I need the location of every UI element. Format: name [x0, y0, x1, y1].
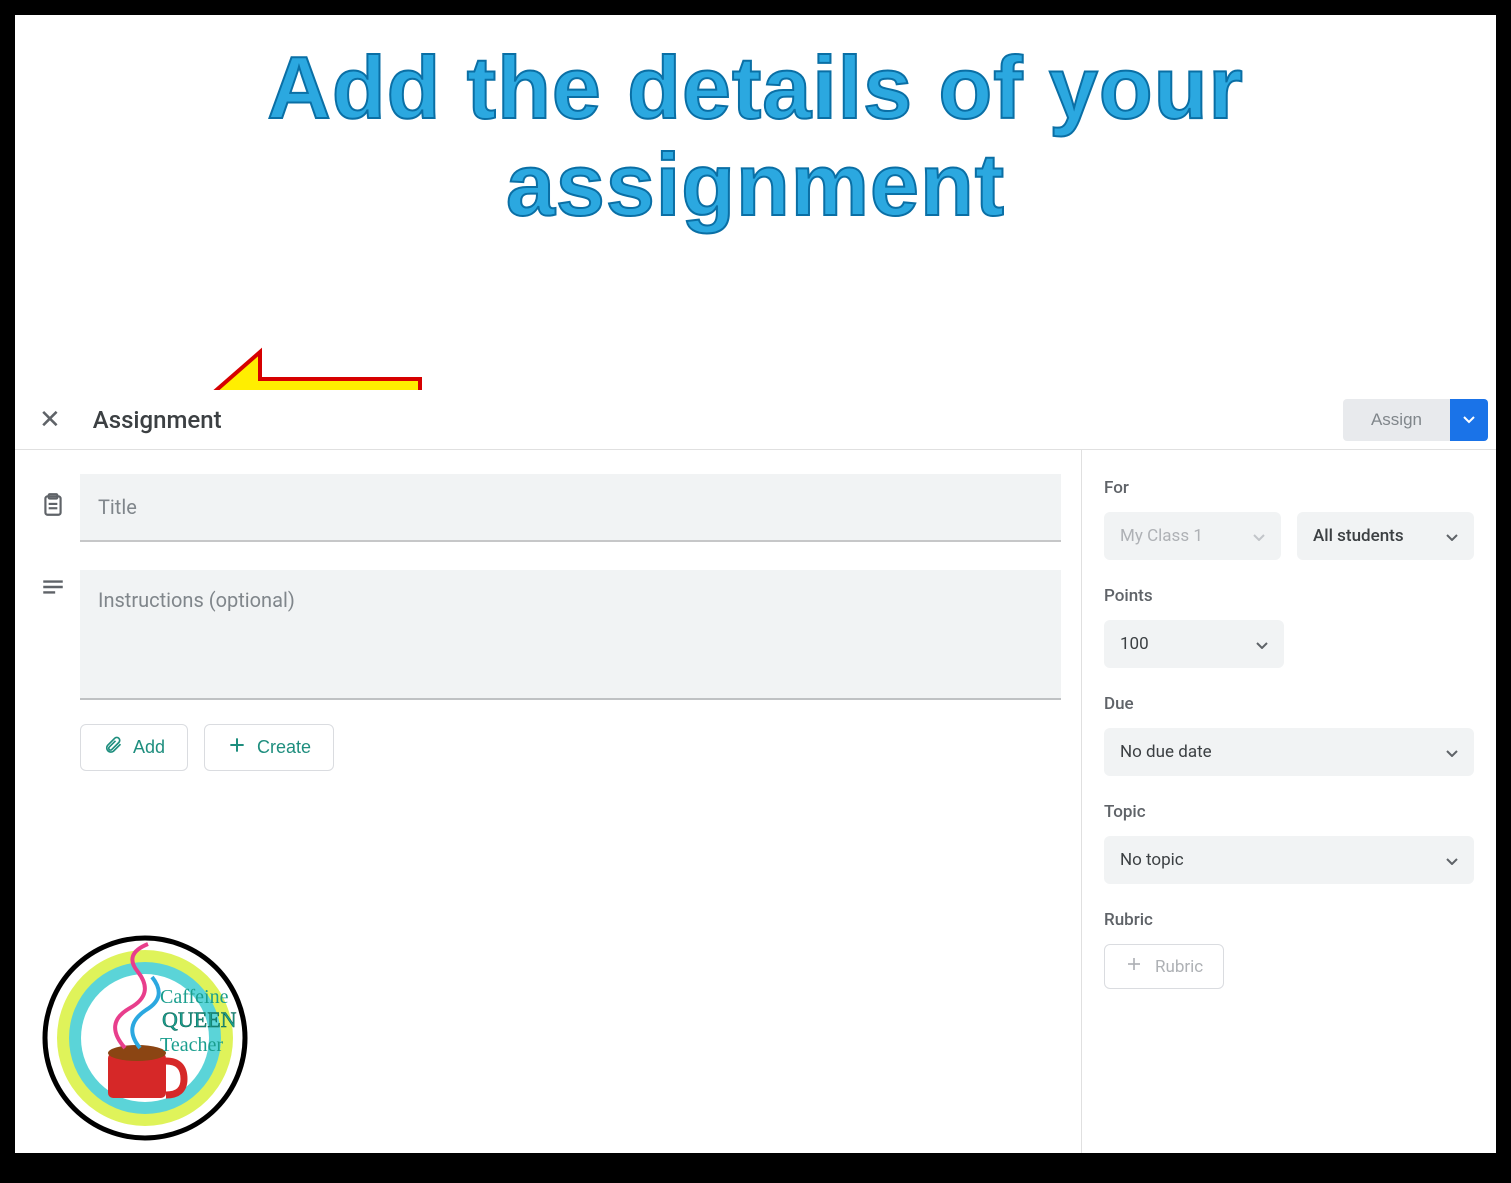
points-value: 100 — [1120, 634, 1149, 654]
create-button-label: Create — [257, 737, 311, 758]
assign-button[interactable]: Assign — [1343, 399, 1450, 441]
for-label: For — [1104, 478, 1474, 498]
topic-select[interactable]: No topic — [1104, 836, 1474, 884]
plus-icon — [227, 735, 247, 760]
points-label: Points — [1104, 586, 1474, 606]
clipboard-icon — [40, 492, 66, 522]
brand-logo: Caffeine QUEEN Teacher — [40, 933, 250, 1143]
caret-down-icon — [1463, 412, 1475, 427]
due-label: Due — [1104, 694, 1474, 714]
title-input[interactable] — [80, 474, 1061, 542]
topic-value: No topic — [1120, 850, 1184, 870]
plus-icon — [1125, 955, 1143, 978]
rubric-label: Rubric — [1104, 910, 1474, 930]
create-button[interactable]: Create — [204, 724, 334, 771]
caret-down-icon — [1446, 850, 1458, 870]
caret-down-icon — [1253, 526, 1265, 546]
class-select[interactable]: My Class 1 — [1104, 512, 1281, 560]
points-select[interactable]: 100 — [1104, 620, 1284, 668]
svg-text:QUEEN: QUEEN — [162, 1007, 237, 1032]
due-select[interactable]: No due date — [1104, 728, 1474, 776]
svg-text:Caffeine: Caffeine — [160, 986, 229, 1008]
rubric-button[interactable]: Rubric — [1104, 944, 1224, 989]
caret-down-icon — [1446, 526, 1458, 546]
close-button[interactable]: ✕ — [25, 397, 75, 443]
rubric-button-label: Rubric — [1155, 957, 1203, 977]
settings-sidebar: For My Class 1 All students Points — [1081, 450, 1496, 1153]
students-select-value: All students — [1313, 526, 1404, 546]
text-lines-icon — [40, 574, 66, 604]
topic-label: Topic — [1104, 802, 1474, 822]
svg-text:Teacher: Teacher — [160, 1034, 223, 1056]
add-button-label: Add — [133, 737, 165, 758]
caret-down-icon — [1446, 742, 1458, 762]
caret-down-icon — [1256, 634, 1268, 654]
instructions-input[interactable] — [80, 570, 1061, 700]
assign-dropdown-button[interactable] — [1450, 399, 1488, 441]
tutorial-heading: Add the details of your assignment — [15, 15, 1496, 254]
add-button[interactable]: Add — [80, 724, 188, 771]
due-value: No due date — [1120, 742, 1212, 762]
class-select-value: My Class 1 — [1120, 526, 1203, 546]
page-title: Assignment — [93, 406, 222, 434]
close-icon: ✕ — [39, 405, 61, 435]
attachment-icon — [103, 735, 123, 760]
topbar: ✕ Assignment Assign — [15, 390, 1496, 450]
students-select[interactable]: All students — [1297, 512, 1474, 560]
